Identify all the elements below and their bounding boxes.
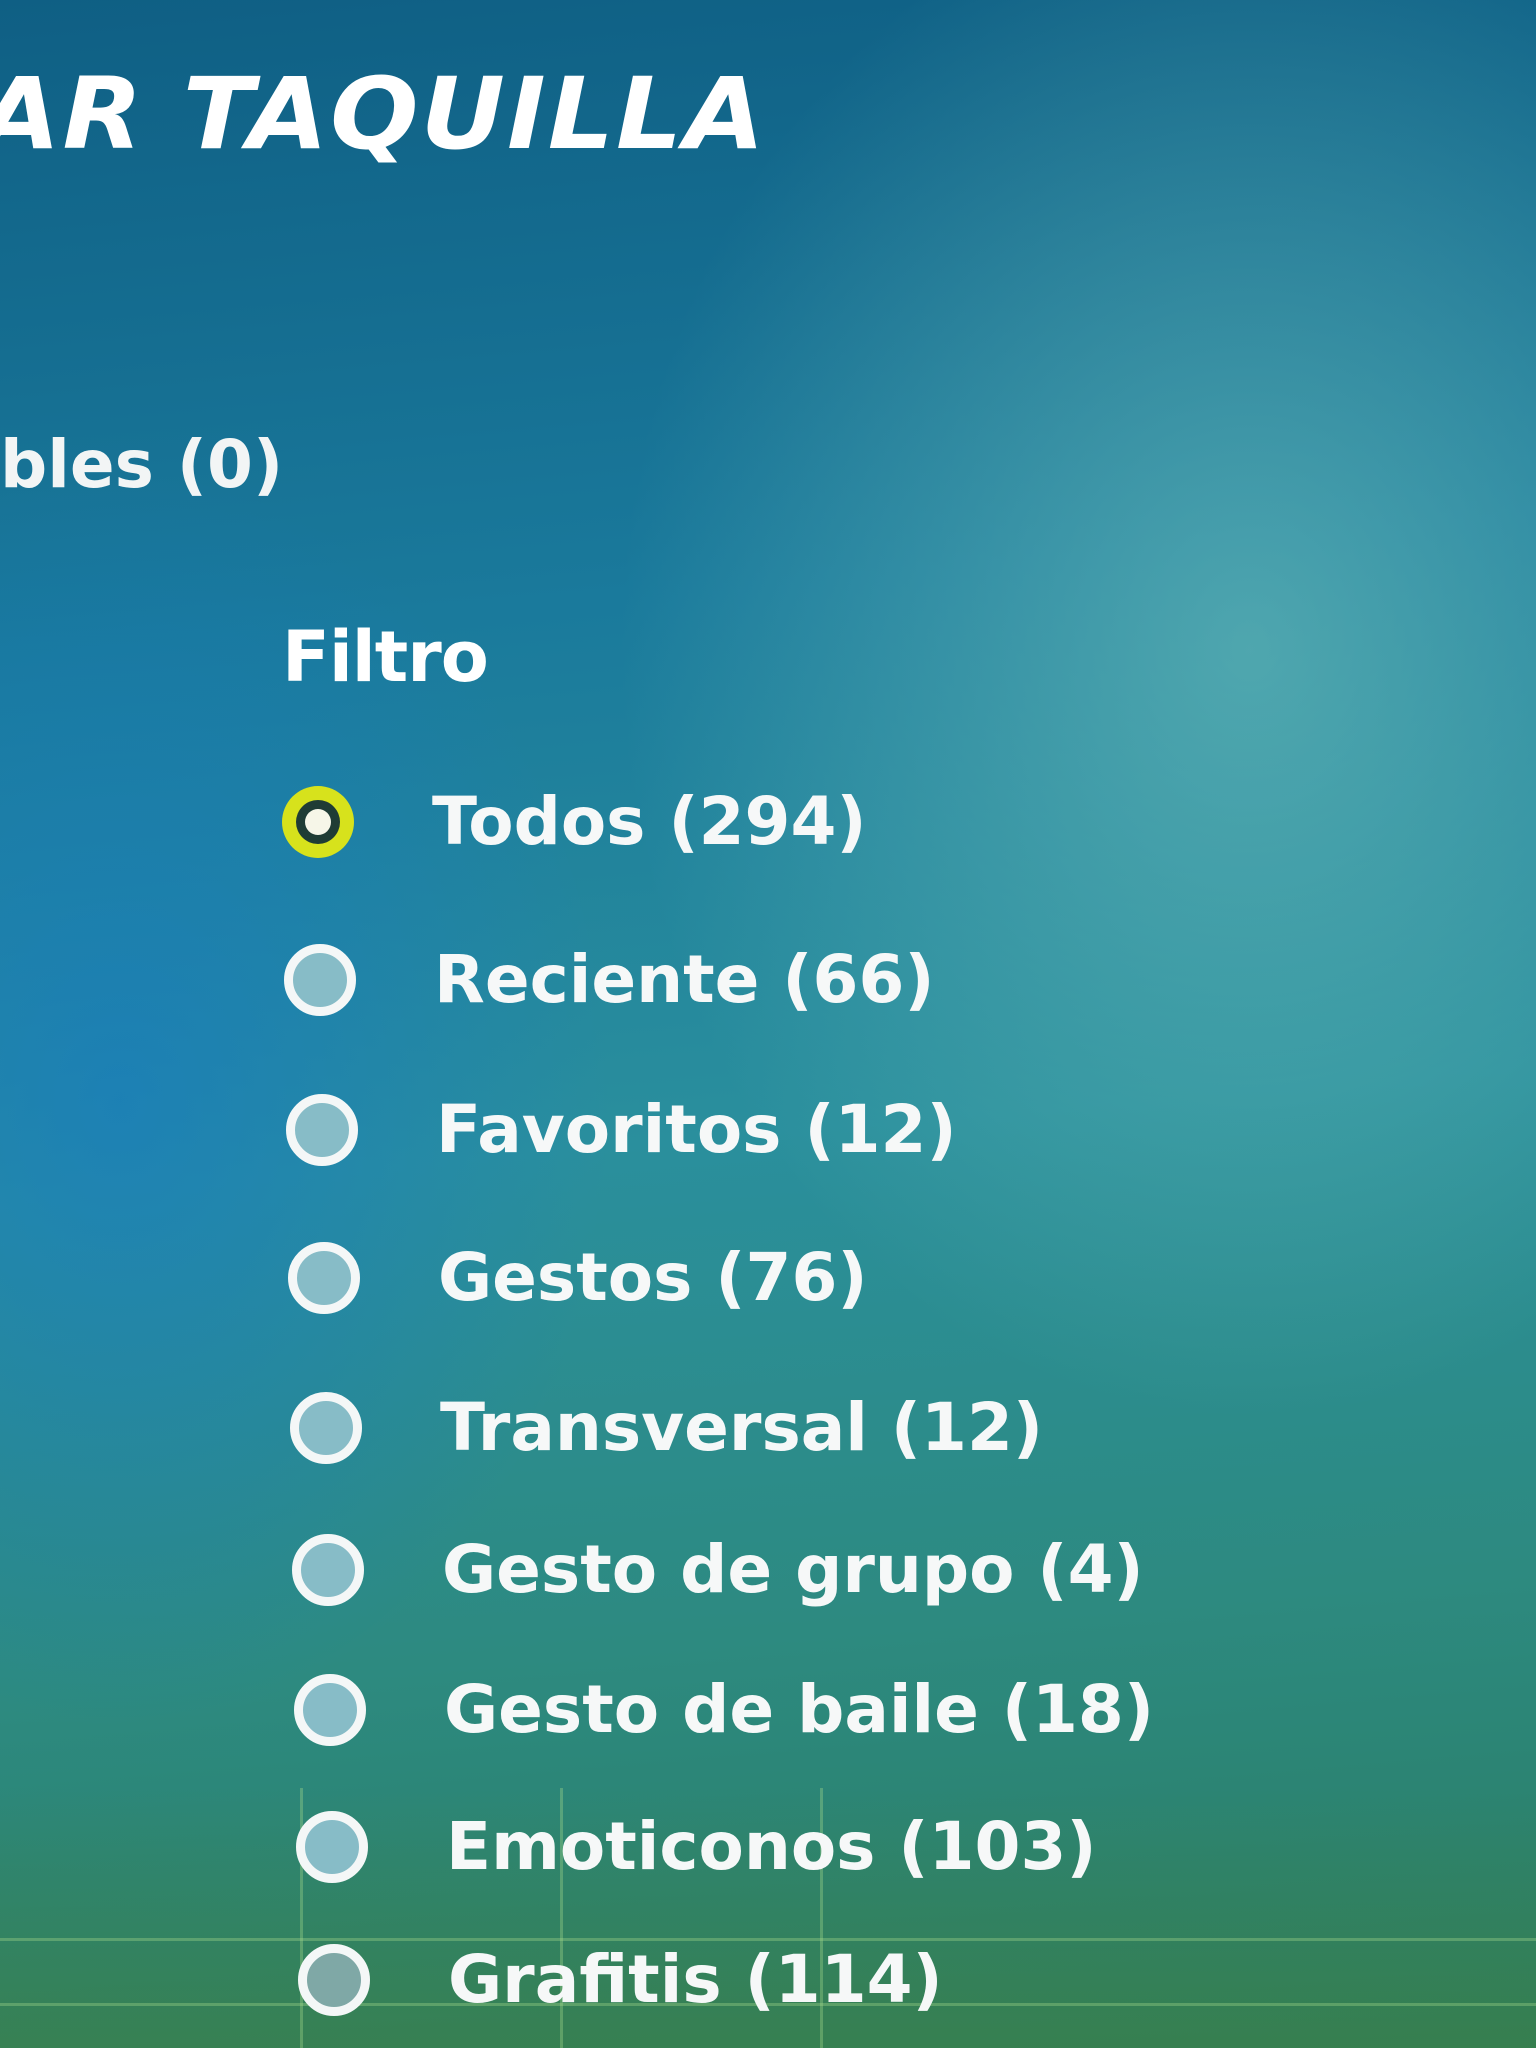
filter-option-label: Gesto de grupo (4): [442, 1531, 1144, 1608]
filter-option-reciente[interactable]: Reciente (66): [284, 930, 935, 1030]
radio-icon: [296, 1811, 368, 1883]
radio-selected-icon: [282, 786, 354, 858]
radio-icon: [286, 1094, 358, 1166]
filter-option-label: Favoritos (12): [436, 1091, 957, 1168]
radio-icon: [294, 1674, 366, 1746]
filter-option-label: Gestos (76): [438, 1239, 868, 1316]
filter-option-label: Gesto de baile (18): [444, 1671, 1155, 1748]
filter-option-label: Todos (294): [432, 783, 867, 860]
radio-icon: [288, 1242, 360, 1314]
filter-option-grafitis[interactable]: Grafitis (114): [298, 1930, 943, 2030]
filter-option-todos[interactable]: Todos (294): [282, 772, 867, 872]
filter-option-gesto-de-grupo[interactable]: Gesto de grupo (4): [292, 1520, 1144, 1620]
filter-option-label: Grafitis (114): [448, 1941, 943, 2018]
filter-option-favoritos[interactable]: Favoritos (12): [286, 1080, 957, 1180]
filter-option-label: Emoticonos (103): [446, 1808, 1097, 1885]
filter-option-emoticonos[interactable]: Emoticonos (103): [296, 1797, 1097, 1897]
filter-option-transversal[interactable]: Transversal (12): [290, 1378, 1043, 1478]
filter-option-label: Transversal (12): [440, 1389, 1044, 1466]
filter-option-gestos[interactable]: Gestos (76): [288, 1228, 868, 1328]
radio-icon: [298, 1944, 370, 2016]
radio-icon: [290, 1392, 362, 1464]
filter-option-gesto-de-baile[interactable]: Gesto de baile (18): [294, 1660, 1154, 1760]
radio-icon: [284, 944, 356, 1016]
filter-list: Todos (294) Reciente (66) Favoritos (12)…: [0, 0, 1536, 2048]
radio-icon: [292, 1534, 364, 1606]
filter-option-label: Reciente (66): [434, 941, 935, 1018]
